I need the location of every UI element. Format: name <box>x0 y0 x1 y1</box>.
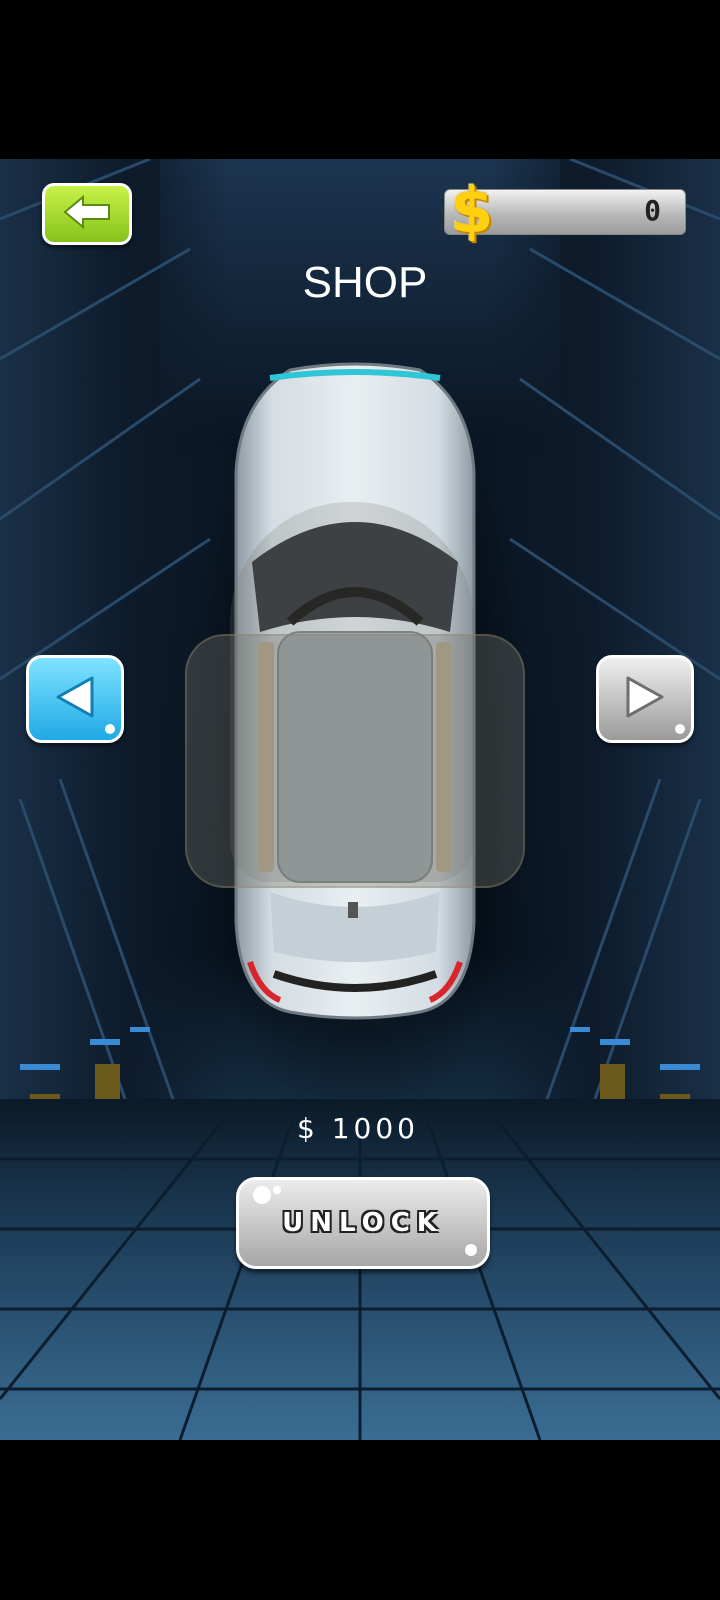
previous-car-button[interactable] <box>26 655 124 743</box>
floor-tiles <box>0 1098 720 1440</box>
gloss-dot <box>273 1186 281 1194</box>
unlock-button[interactable]: UNLOCK <box>236 1177 490 1269</box>
car-overlay-arc <box>230 502 474 882</box>
next-car-button[interactable] <box>596 655 694 743</box>
back-button[interactable] <box>42 183 132 245</box>
unlock-button-label: UNLOCK <box>282 1208 444 1238</box>
page-title: SHOP <box>302 258 428 307</box>
dollar-coin-icon: $ <box>450 174 494 247</box>
back-arrow-icon <box>61 194 113 234</box>
previous-car-arrow-icon <box>50 672 100 726</box>
gloss-dot <box>675 724 685 734</box>
coin-balance-value: 0 <box>644 194 661 227</box>
tunnel-floor <box>0 1098 720 1440</box>
gloss-dot <box>105 724 115 734</box>
next-car-arrow-icon <box>620 672 670 726</box>
gloss-dot <box>253 1186 271 1204</box>
gloss-dot <box>465 1244 477 1256</box>
car-price: $ 1000 <box>297 1112 419 1145</box>
car-preview <box>185 362 525 1032</box>
